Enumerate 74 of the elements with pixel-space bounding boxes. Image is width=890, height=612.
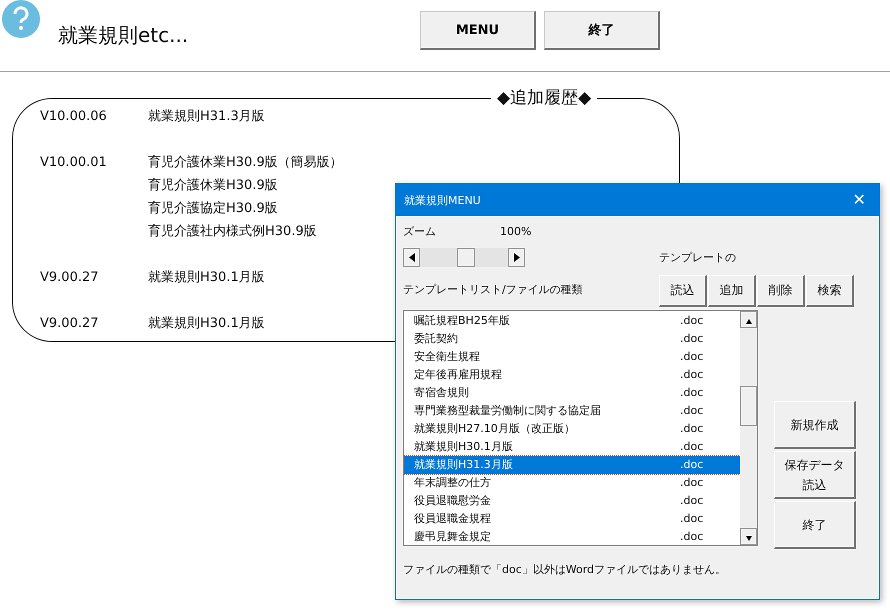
file-type: .doc xyxy=(680,493,704,509)
file-name: 就業規則H30.1月版 xyxy=(414,439,513,455)
history-item: 就業規則H30.1月版 xyxy=(148,269,265,287)
list-item[interactable]: 専門業務型裁量労働制に関する協定届 .doc xyxy=(404,402,740,420)
search-button[interactable]: 検索 xyxy=(806,275,854,307)
list-item[interactable]: 慶弔見舞金規定 .doc xyxy=(404,528,740,546)
zoom-label: ズーム xyxy=(403,224,437,239)
version-number: V9.00.27 xyxy=(40,269,99,287)
file-type: .doc xyxy=(680,529,704,545)
add-button[interactable]: 追加 xyxy=(708,275,756,307)
history-item: 就業規則H30.1月版 xyxy=(148,315,265,333)
dialog-title: 就業規則MENU xyxy=(404,192,481,208)
file-type: .doc xyxy=(680,475,704,491)
file-name: 就業規則H31.3月版 xyxy=(414,457,513,473)
file-type: .doc xyxy=(680,367,704,383)
app-title: 就業規則etc... xyxy=(58,22,190,49)
file-type: .doc xyxy=(680,313,704,329)
file-type: .doc xyxy=(680,439,704,455)
slider-thumb[interactable] xyxy=(457,248,475,267)
scrollbar-thumb[interactable] xyxy=(740,386,757,426)
zoom-value: 100% xyxy=(500,225,532,238)
file-type: .doc xyxy=(680,421,704,437)
list-item[interactable]: 委託契約 .doc xyxy=(404,330,740,348)
scrollbar[interactable] xyxy=(740,311,757,545)
close-button[interactable]: ✕ xyxy=(839,189,879,211)
exit-button[interactable]: 終了 xyxy=(544,11,660,50)
file-name: 安全衛生規程 xyxy=(414,349,480,365)
list-item[interactable]: 安全衛生規程 .doc xyxy=(404,348,740,366)
exit-button[interactable]: 終了 xyxy=(774,501,856,549)
template-label: テンプレートの xyxy=(659,250,736,265)
version-number: V10.00.06 xyxy=(40,108,107,126)
file-name: 定年後再雇用規程 xyxy=(414,367,502,383)
list-label: テンプレートリスト/ファイルの種類 xyxy=(403,282,583,297)
file-type: .doc xyxy=(680,403,704,419)
file-name: 慶弔見舞金規定 xyxy=(414,529,491,545)
file-name: 役員退職慰労金 xyxy=(414,493,491,509)
file-name: 就業規則H27.10月版（改正版） xyxy=(414,421,575,437)
file-name: 年末調整の仕方 xyxy=(414,475,491,491)
history-item: 育児介護社内様式例H30.9版 xyxy=(148,222,317,241)
menu-button[interactable]: MENU xyxy=(420,11,536,50)
list-item[interactable]: 就業規則H27.10月版（改正版） .doc xyxy=(404,420,740,438)
version-number: V10.00.01 xyxy=(40,154,107,172)
file-type: .doc xyxy=(680,457,704,473)
new-button[interactable]: 新規作成 xyxy=(774,401,856,449)
version-number: V9.00.27 xyxy=(40,315,99,333)
zoom-slider[interactable] xyxy=(403,248,525,267)
list-item[interactable]: 役員退職慰労金 .doc xyxy=(404,492,740,510)
file-name: 役員退職金規程 xyxy=(414,511,491,527)
load-button[interactable]: 読込 xyxy=(659,275,707,307)
right-arrow-icon xyxy=(514,253,520,262)
history-item: 育児介護休業H30.9版（簡易版） xyxy=(148,154,343,172)
left-arrow-icon xyxy=(408,253,414,262)
list-item[interactable]: 嘱託規程BH25年版 .doc xyxy=(404,312,740,330)
file-type: .doc xyxy=(680,511,704,527)
file-type: .doc xyxy=(680,385,704,401)
list-item[interactable]: 年末調整の仕方 .doc xyxy=(404,474,740,492)
history-item: 育児介護協定H30.9版 xyxy=(148,200,278,218)
list-item[interactable]: 就業規則H30.1月版 .doc xyxy=(404,438,740,456)
load-saved-button[interactable]: 保存データ読込 xyxy=(774,451,856,499)
list-item[interactable]: 寄宿舎規則 .doc xyxy=(404,384,740,402)
file-name: 専門業務型裁量労働制に関する協定届 xyxy=(414,403,601,419)
note-text: ファイルの種類で「doc」以外はWordファイルではありません。 xyxy=(403,562,726,577)
history-item: 就業規則H31.3月版 xyxy=(148,108,265,126)
file-name: 嘱託規程BH25年版 xyxy=(414,313,510,329)
history-item: 育児介護休業H30.9版 xyxy=(148,176,278,195)
file-type: .doc xyxy=(680,331,704,347)
list-item[interactable]: 定年後再雇用規程 .doc xyxy=(404,366,740,384)
list-item[interactable]: 役員退職金規程 .doc xyxy=(404,510,740,528)
file-name: 委託契約 xyxy=(414,331,458,347)
help-icon xyxy=(2,0,40,38)
list-item[interactable]: 就業規則H31.3月版 .doc xyxy=(404,456,740,474)
file-type: .doc xyxy=(680,349,704,365)
delete-button[interactable]: 削除 xyxy=(757,275,805,307)
file-name: 寄宿舎規則 xyxy=(414,385,469,401)
